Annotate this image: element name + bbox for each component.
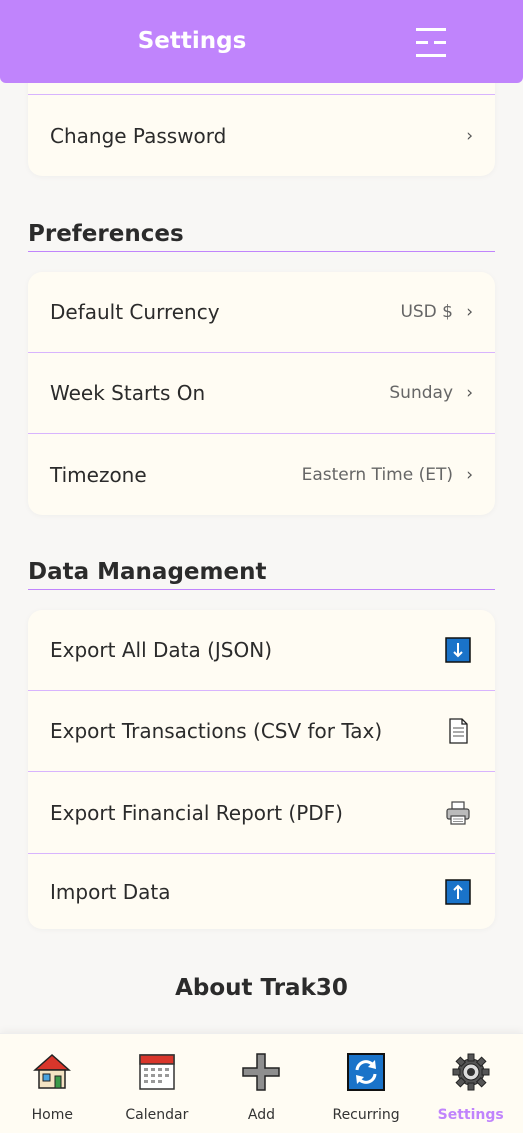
- bottom-nav: Home Calendar Add Recurring Settings: [0, 1033, 523, 1133]
- app-header: Settings: [0, 0, 523, 83]
- nav-recurring[interactable]: Recurring: [314, 1034, 419, 1133]
- timezone-value: Eastern Time (ET): [301, 464, 453, 485]
- repeat-icon: [347, 1053, 386, 1091]
- chevron-right-icon: ›: [466, 464, 473, 485]
- nav-calendar-label: Calendar: [125, 1107, 189, 1123]
- default-currency-row[interactable]: Default Currency USD $ ›: [28, 272, 495, 353]
- timezone-row[interactable]: Timezone Eastern Time (ET) ›: [28, 434, 495, 515]
- week-starts-row[interactable]: Week Starts On Sunday ›: [28, 353, 495, 434]
- menu-icon: [416, 28, 446, 57]
- document-icon: [449, 718, 468, 744]
- nav-home[interactable]: Home: [0, 1034, 105, 1133]
- import-data-row[interactable]: Import Data: [28, 854, 495, 929]
- default-currency-label: Default Currency: [50, 300, 220, 324]
- data-management-card: Export All Data (JSON) Export Transactio…: [28, 610, 495, 929]
- default-currency-value: USD $: [400, 302, 453, 322]
- import-data-label: Import Data: [50, 879, 171, 904]
- data-management-section-title: Data Management: [28, 559, 495, 590]
- chevron-right-icon: ›: [466, 125, 473, 146]
- upload-arrow-icon: [445, 878, 471, 905]
- nav-home-label: Home: [31, 1107, 73, 1123]
- change-password-row[interactable]: Change Password ›: [28, 95, 495, 176]
- nav-settings-label: Settings: [437, 1107, 504, 1123]
- printer-icon: [446, 800, 470, 825]
- export-csv-label: Export Transactions (CSV for Tax): [50, 719, 383, 743]
- export-json-label: Export All Data (JSON): [50, 638, 272, 662]
- export-pdf-label: Export Financial Report (PDF): [50, 800, 343, 825]
- preferences-section-title: Preferences: [28, 221, 495, 252]
- week-starts-label: Week Starts On: [50, 381, 206, 405]
- chevron-right-icon: ›: [466, 302, 473, 322]
- about-section-title: About Trak30: [175, 975, 348, 1001]
- export-json-row[interactable]: Export All Data (JSON): [28, 610, 495, 691]
- timezone-label: Timezone: [50, 462, 147, 487]
- menu-button[interactable]: [413, 26, 449, 60]
- change-password-label: Change Password: [50, 123, 227, 148]
- calendar-icon: [139, 1054, 175, 1090]
- export-pdf-row[interactable]: Export Financial Report (PDF): [28, 772, 495, 854]
- preferences-card: Default Currency USD $ › Week Starts On …: [28, 272, 495, 515]
- week-starts-value: Sunday: [389, 383, 453, 403]
- nav-add-label: Add: [247, 1107, 276, 1123]
- export-csv-row[interactable]: Export Transactions (CSV for Tax): [28, 691, 495, 772]
- page-title: Settings: [137, 28, 247, 54]
- nav-settings[interactable]: Settings: [418, 1034, 523, 1133]
- nav-calendar[interactable]: Calendar: [105, 1034, 210, 1133]
- download-arrow-icon: [445, 637, 471, 663]
- nav-add[interactable]: Add: [209, 1034, 314, 1133]
- chevron-right-icon: ›: [466, 383, 473, 403]
- nav-recurring-label: Recurring: [332, 1107, 400, 1123]
- plus-icon: [242, 1053, 281, 1091]
- gear-icon: [452, 1053, 490, 1091]
- house-icon: [33, 1053, 72, 1089]
